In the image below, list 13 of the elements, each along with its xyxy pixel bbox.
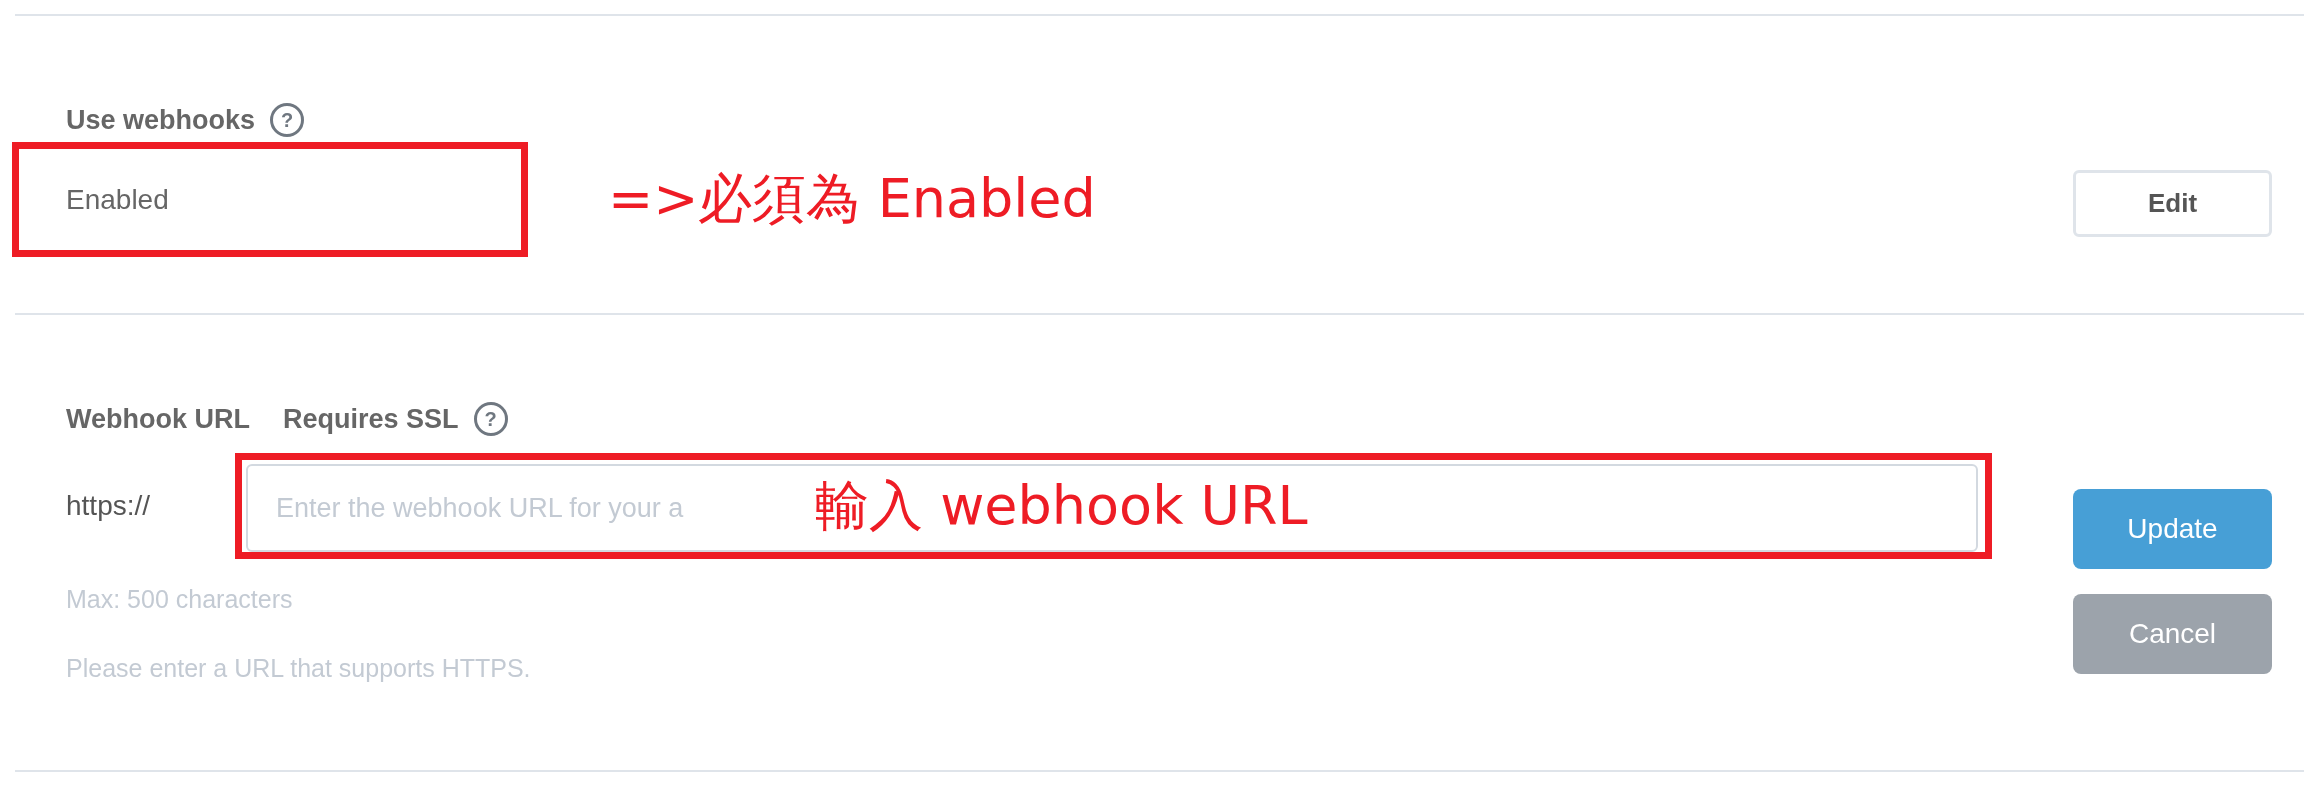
edit-button[interactable]: Edit [2073,170,2272,237]
url-prefix: https:// [66,490,152,522]
hint-text: Please enter a URL that supports HTTPS. [66,654,532,683]
section-title: Use webhooks [66,104,256,136]
cancel-button[interactable]: Cancel [2073,594,2272,674]
help-icon[interactable]: ? [473,402,508,436]
section-title: Webhook URL [66,403,250,435]
requirement-label: Requires SSL [283,403,459,435]
hint-text: Max: 500 characters [66,585,294,614]
update-button[interactable]: Update [2073,489,2272,569]
annotation-text: =>必須為 Enabled [608,166,1096,232]
status-value: Enabled [66,183,169,216]
help-icon[interactable]: ? [270,103,305,137]
